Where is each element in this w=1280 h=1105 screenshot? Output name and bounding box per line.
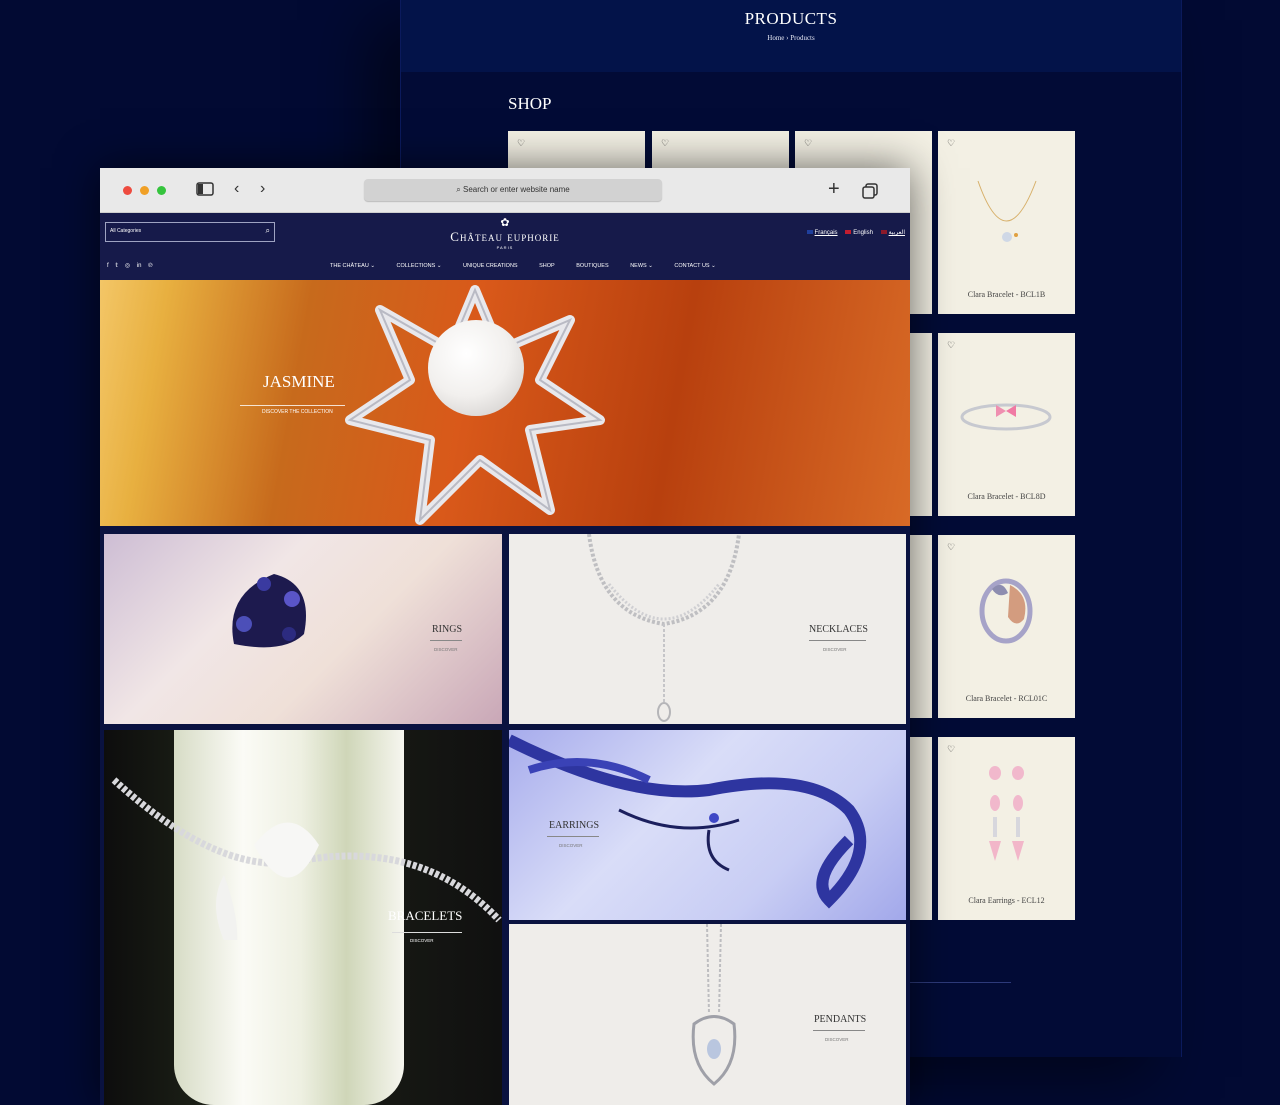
tile-cta[interactable]: DISCOVER xyxy=(825,1037,849,1042)
tile-label: PENDANTS xyxy=(814,1014,867,1025)
product-card[interactable]: ♡ Clara Bracelet - RCL01C xyxy=(938,535,1075,718)
language-fr[interactable]: Français xyxy=(806,230,838,236)
site-search[interactable]: All Categories ⌕ xyxy=(105,222,275,242)
bangle-pink-bow-image xyxy=(960,403,1052,431)
heart-icon[interactable]: ♡ xyxy=(947,138,955,149)
heart-icon[interactable]: ♡ xyxy=(661,138,669,149)
divider xyxy=(547,836,599,837)
category-tile-rings[interactable]: RINGS DISCOVER xyxy=(104,534,502,724)
necklace-image xyxy=(587,534,741,722)
tile-cta[interactable]: DISCOVER xyxy=(410,938,434,943)
nav-collections[interactable]: COLLECTIONS ⌄ xyxy=(396,263,441,269)
products-hero: PRODUCTS Home › Products xyxy=(401,0,1181,72)
browser-toolbar: ‹ › ⌕ Search or enter website name + xyxy=(100,168,910,213)
linkedin-icon[interactable]: in xyxy=(137,263,142,269)
shop-title: SHOP xyxy=(508,94,552,113)
category-tile-pendants[interactable]: PENDANTS DISCOVER xyxy=(509,924,906,1105)
nav-unique-creations[interactable]: UNIQUE CREATIONS xyxy=(463,263,518,269)
logo-name: Château euphorie xyxy=(450,229,560,244)
tile-cta[interactable]: DISCOVER xyxy=(559,843,583,848)
tile-cta[interactable]: DISCOVER xyxy=(434,647,458,652)
address-bar[interactable]: ⌕ Search or enter website name xyxy=(364,179,662,201)
minimize-window-button[interactable] xyxy=(140,186,149,195)
category-tile-necklaces[interactable]: NECKLACES DISCOVER xyxy=(509,534,906,724)
nav-news[interactable]: NEWS ⌄ xyxy=(630,263,653,269)
main-nav: THE CHÂTEAU ⌄ COLLECTIONS ⌄ UNIQUE CREAT… xyxy=(330,263,736,269)
divider xyxy=(809,640,866,641)
nav-the-chateau[interactable]: THE CHÂTEAU ⌄ xyxy=(330,263,375,269)
instagram-icon[interactable]: ◎ xyxy=(125,263,130,269)
tile-label: NECKLACES xyxy=(809,624,868,635)
product-name[interactable]: Clara Bracelet - BCL8D xyxy=(938,492,1075,501)
twitter-icon[interactable]: 𝕥 xyxy=(115,263,118,269)
page-title: PRODUCTS xyxy=(744,9,838,28)
back-arrow-icon[interactable]: ‹ xyxy=(234,180,239,198)
hero-banner[interactable]: JASMINE DISCOVER THE COLLECTION xyxy=(100,280,910,526)
gold-chain-bracelet-image xyxy=(977,180,1037,242)
tile-label: BRACELETS xyxy=(388,908,463,923)
nav-boutiques[interactable]: BOUTIQUES xyxy=(576,263,608,269)
nav-shop[interactable]: SHOP xyxy=(539,263,555,269)
divider xyxy=(392,932,462,933)
breadcrumb-current: Products xyxy=(790,34,815,42)
category-tile-earrings[interactable]: EARRINGS DISCOVER xyxy=(509,730,906,920)
social-links: f 𝕥 ◎ in ℗ xyxy=(107,262,158,269)
facebook-icon[interactable]: f xyxy=(107,263,109,269)
forward-arrow-icon[interactable]: › xyxy=(260,180,265,198)
heart-icon[interactable]: ♡ xyxy=(947,744,955,755)
tabs-icon[interactable] xyxy=(862,183,878,204)
product-card[interactable]: ♡ Clara Bracelet - BCL1B xyxy=(938,131,1075,314)
site-logo[interactable]: ✿ Château euphorie PARIS xyxy=(430,217,580,251)
pendant-image xyxy=(691,924,737,1086)
product-card[interactable]: ♡ Clara Earrings - ECL12 xyxy=(938,737,1075,920)
breadcrumb-home[interactable]: Home xyxy=(767,34,784,42)
category-select[interactable]: All Categories xyxy=(110,228,141,234)
close-window-button[interactable] xyxy=(123,186,132,195)
heart-icon[interactable]: ♡ xyxy=(947,340,955,351)
heart-icon[interactable]: ♡ xyxy=(804,138,812,149)
logo-emblem-icon: ✿ xyxy=(500,217,510,229)
ring-image xyxy=(232,574,306,648)
tile-label: EARRINGS xyxy=(549,820,600,831)
browser-window: ‹ › ⌕ Search or enter website name + All… xyxy=(100,168,910,1105)
heart-icon[interactable]: ♡ xyxy=(517,138,525,149)
divider xyxy=(240,405,345,406)
search-icon[interactable]: ⌕ xyxy=(266,226,270,236)
language-switcher: Français English العربية xyxy=(801,229,905,236)
nav-contact-us[interactable]: CONTACT US ⌄ xyxy=(674,263,715,269)
logo-subtitle: PARIS xyxy=(496,245,514,250)
banner-cta[interactable]: DISCOVER THE COLLECTION xyxy=(262,409,333,415)
site-header: All Categories ⌕ ✿ Château euphorie PARI… xyxy=(100,213,910,281)
breadcrumb-separator: › xyxy=(786,34,789,42)
tile-label: RINGS xyxy=(432,624,463,635)
product-card[interactable]: ♡ Clara Bracelet - BCL8D xyxy=(938,333,1075,516)
address-placeholder: Search or enter website name xyxy=(462,185,570,194)
language-en[interactable]: English xyxy=(845,230,873,236)
language-ar[interactable]: العربية xyxy=(880,230,905,236)
maximize-window-button[interactable] xyxy=(157,186,166,195)
search-icon: ⌕ xyxy=(456,185,461,194)
breadcrumb: Home › Products xyxy=(401,34,1181,42)
pink-drop-earrings-image xyxy=(989,766,1024,861)
pearl-image xyxy=(428,320,524,416)
category-tile-bracelets[interactable]: BRACELETS DISCOVER xyxy=(104,730,502,1105)
product-name[interactable]: Clara Earrings - ECL12 xyxy=(938,896,1075,905)
pinterest-icon[interactable]: ℗ xyxy=(148,263,152,269)
heart-icon[interactable]: ♡ xyxy=(947,542,955,553)
divider xyxy=(908,982,1011,983)
product-name[interactable]: Clara Bracelet - RCL01C xyxy=(938,694,1075,703)
divider xyxy=(430,640,462,641)
product-name[interactable]: Clara Bracelet - BCL1B xyxy=(938,290,1075,299)
sidebar-icon[interactable] xyxy=(196,182,214,201)
divider xyxy=(813,1030,865,1031)
plus-icon[interactable]: + xyxy=(828,178,840,201)
banner-title: JASMINE xyxy=(263,372,335,391)
lion-ring-image xyxy=(979,578,1033,644)
tile-cta[interactable]: DISCOVER xyxy=(823,647,847,652)
